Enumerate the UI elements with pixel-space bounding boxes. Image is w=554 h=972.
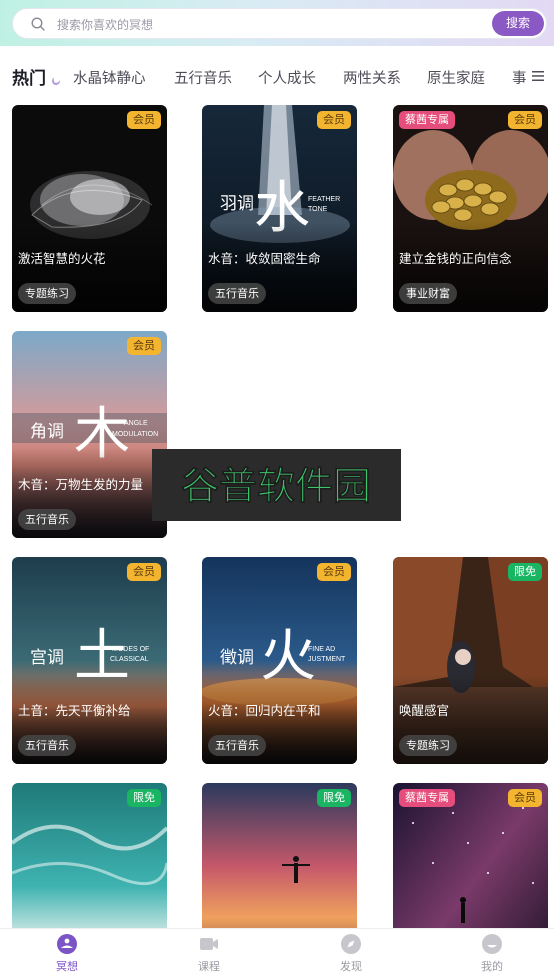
free-badge: 限免: [127, 789, 161, 807]
calligraphy-en-2: JUSTMENT: [308, 656, 346, 663]
vip-badge: 会员: [127, 111, 161, 129]
calligraphy-en-1: ANGLE: [124, 420, 148, 427]
menu-icon[interactable]: [532, 71, 544, 81]
course-card[interactable]: 徵调 火 FINE AD JUSTMENT 会员 火音：回归内在平和 五行音乐: [202, 557, 357, 764]
nav-mine[interactable]: 我的: [462, 933, 522, 972]
calligraphy-en-1: FEATHER: [308, 196, 340, 203]
tab-personal-growth[interactable]: 个人成长: [258, 67, 316, 88]
nav-meditation[interactable]: 冥想: [37, 933, 97, 972]
course-card[interactable]: 蔡茜专属 会员 建立金钱的正向信念 事业财富: [393, 105, 548, 312]
watermark-logo-graphic: 谷普软件园: [181, 464, 372, 509]
app-screen: 搜索你喜欢的冥想 搜索 热门 水晶钵静心 五行音乐 个人成长 两性关系 原生家庭…: [0, 0, 554, 972]
course-card[interactable]: 羽调 水 FEATHER TONE 会员 水音：收敛固密生命 五行音乐: [202, 105, 357, 312]
course-card[interactable]: 角调 木 ANGLE MODULATION 会员 木音：万物生发的力量 五行音乐: [12, 331, 167, 538]
calligraphy-mode: 徵调: [220, 648, 254, 668]
vip-badge: 会员: [508, 789, 542, 807]
tab-career-partial[interactable]: 事: [512, 67, 527, 88]
search-input[interactable]: 搜索你喜欢的冥想: [57, 16, 153, 33]
watermark-logo: 谷普软件园: [152, 449, 401, 521]
vip-badge: 会员: [317, 111, 351, 129]
nav-label-meditation: 冥想: [56, 960, 78, 972]
video-icon: [200, 938, 218, 950]
calligraphy-en-2: CLASSICAL: [110, 656, 149, 663]
calligraphy-mode: 角调: [30, 422, 64, 442]
calligraphy-en-1: FINE AD: [308, 646, 335, 653]
card-tag[interactable]: 五行音乐: [208, 283, 266, 304]
card-title: 木音：万物生发的力量: [18, 477, 144, 492]
nav-label-courses: 课程: [198, 960, 220, 972]
card-tag[interactable]: 五行音乐: [18, 735, 76, 756]
course-card[interactable]: 限免 唤醒感官 专题练习: [393, 557, 548, 764]
card-title: 土音：先天平衡补给: [18, 703, 131, 718]
bottom-nav: 冥想 课程 发现 我的: [0, 928, 554, 972]
calligraphy-mode: 羽调: [220, 194, 254, 214]
nav-label-discover: 发现: [340, 960, 362, 972]
active-tab-indicator: [50, 75, 62, 87]
search-icon: [31, 17, 45, 31]
card-title: 唤醒感官: [399, 703, 450, 718]
category-tabs: 热门 水晶钵静心 五行音乐 个人成长 两性关系 原生家庭 事: [0, 57, 554, 97]
vip-badge: 会员: [127, 337, 161, 355]
card-tag[interactable]: 事业财富: [399, 283, 457, 304]
card-title: 激活智慧的火花: [18, 251, 106, 266]
exclusive-badge: 蔡茜专属: [399, 789, 455, 807]
card-tag[interactable]: 专题练习: [399, 735, 457, 756]
compass-icon: [341, 934, 361, 954]
tab-hot[interactable]: 热门: [12, 64, 46, 89]
tab-crystal-bowl[interactable]: 水晶钵静心: [73, 67, 146, 88]
svg-text:谷普软件园: 谷普软件园: [181, 464, 371, 508]
card-title: 火音：回归内在平和: [208, 703, 321, 718]
calligraphy-en-2: TONE: [308, 206, 328, 213]
profile-icon: [482, 934, 502, 954]
calligraphy-en-2: MODULATION: [112, 431, 158, 438]
tab-five-elements-music[interactable]: 五行音乐: [174, 67, 232, 88]
vip-badge: 会员: [317, 563, 351, 581]
tab-family-of-origin[interactable]: 原生家庭: [427, 67, 485, 88]
card-tag[interactable]: 专题练习: [18, 283, 76, 304]
card-tag[interactable]: 五行音乐: [18, 509, 76, 530]
free-badge: 限免: [508, 563, 542, 581]
calligraphy-en-1: MODES OF: [112, 646, 149, 653]
vip-badge: 会员: [508, 111, 542, 129]
nav-label-mine: 我的: [481, 960, 503, 972]
card-tag[interactable]: 五行音乐: [208, 735, 266, 756]
nav-courses[interactable]: 课程: [179, 933, 239, 972]
nav-discover[interactable]: 发现: [321, 933, 381, 972]
course-card[interactable]: 宫调 土 MODES OF CLASSICAL 会员 土音：先天平衡补给 五行音…: [12, 557, 167, 764]
card-title: 水音：收敛固密生命: [208, 251, 321, 266]
meditation-icon: [57, 934, 77, 954]
free-badge: 限免: [317, 789, 351, 807]
exclusive-badge: 蔡茜专属: [399, 111, 455, 129]
calligraphy-mode: 宫调: [30, 648, 64, 668]
vip-badge: 会员: [127, 563, 161, 581]
card-title: 建立金钱的正向信念: [399, 251, 512, 266]
tab-more[interactable]: 事: [512, 65, 554, 87]
course-card[interactable]: 会员 激活智慧的火花 专题练习: [12, 105, 167, 312]
search-header: 搜索你喜欢的冥想 搜索: [0, 0, 554, 46]
search-button[interactable]: 搜索: [492, 11, 544, 36]
search-box[interactable]: 搜索你喜欢的冥想 搜索: [12, 8, 547, 39]
tab-relationships[interactable]: 两性关系: [343, 67, 401, 88]
